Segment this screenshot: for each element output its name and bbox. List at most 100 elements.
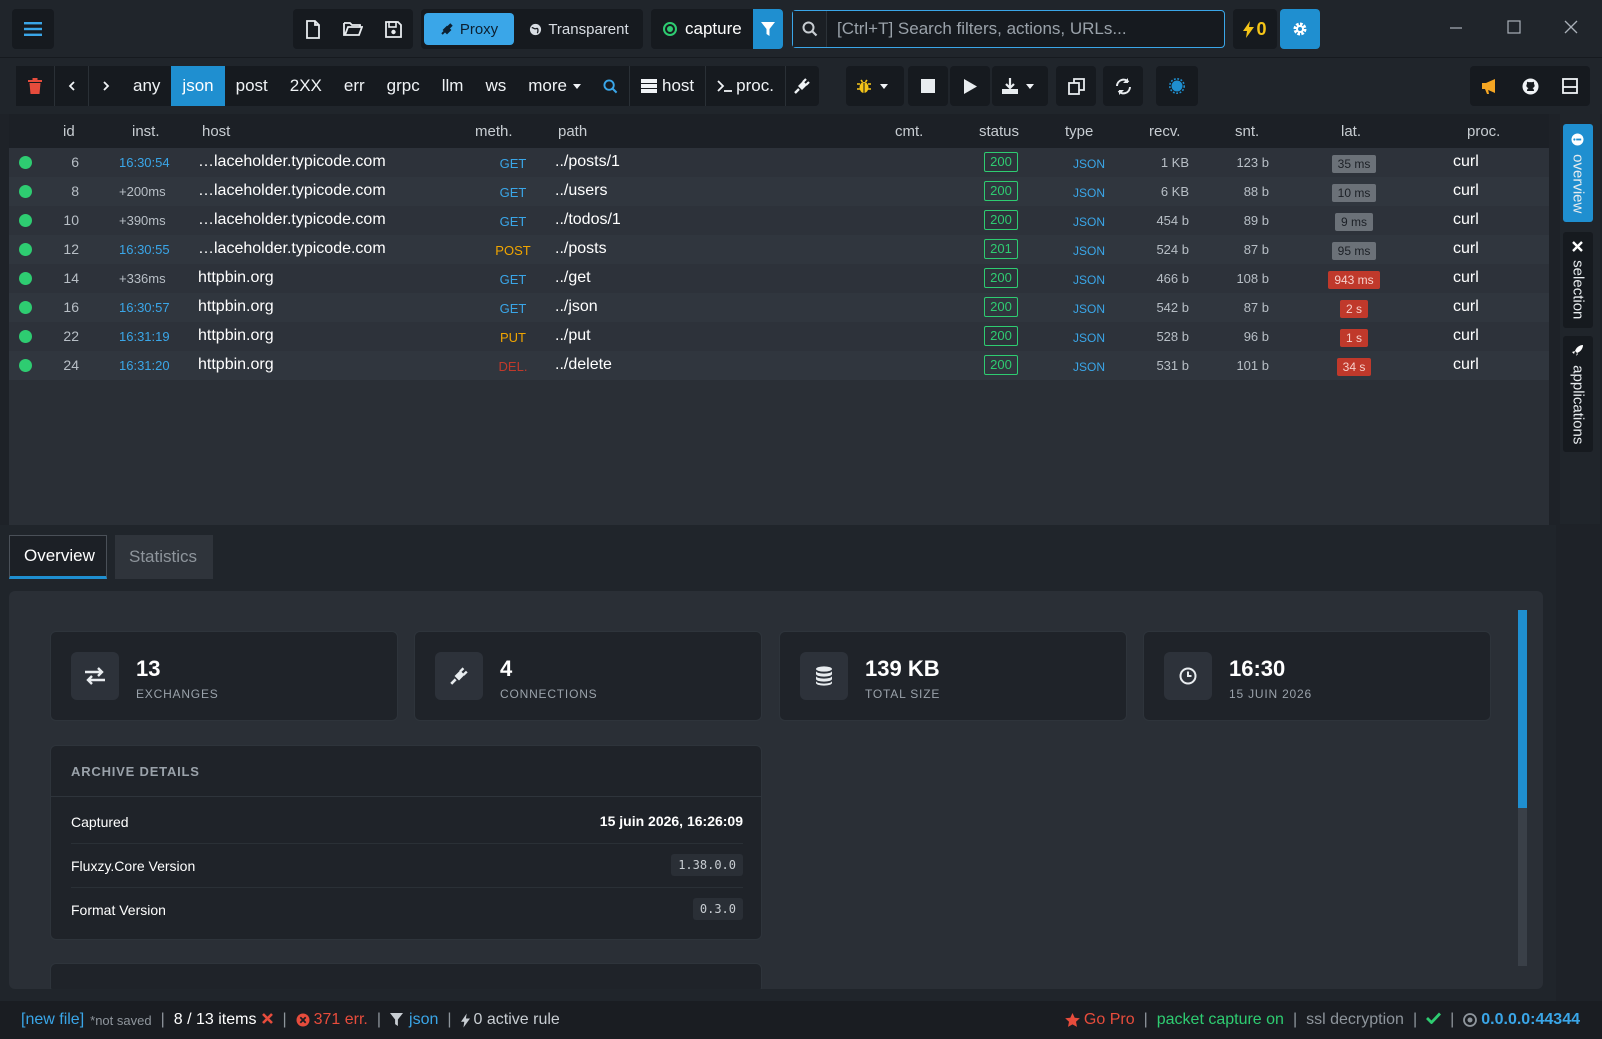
col-inst[interactable]: inst. xyxy=(132,123,160,140)
filter-search-button[interactable] xyxy=(592,66,629,106)
capture-filter-button[interactable] xyxy=(753,9,783,49)
table-row[interactable]: 22 16:31:19 httpbin.org PUT ../put 200 JSON 528… xyxy=(9,322,1549,351)
cell-inst: 16:30:57 xyxy=(119,300,170,315)
col-id[interactable]: id xyxy=(63,123,75,140)
announcement-button[interactable] xyxy=(1470,66,1510,106)
filter-more-dropdown[interactable]: more xyxy=(517,66,592,106)
filter-grpc[interactable]: grpc xyxy=(376,66,431,106)
active-filter-link[interactable]: json xyxy=(390,1011,438,1029)
filter-llm[interactable]: llm xyxy=(431,66,475,106)
col-method[interactable]: meth. xyxy=(475,123,513,140)
cell-host: …laceholder.typicode.com xyxy=(198,240,386,257)
status-bar: [new file] *not saved | 8 / 13 items | 3… xyxy=(0,1001,1602,1039)
cell-method: PUT xyxy=(500,330,526,345)
bug-icon xyxy=(857,79,871,93)
table-header: id inst. host meth. path cmt. status typ… xyxy=(9,114,1549,148)
play-button[interactable] xyxy=(950,66,990,106)
col-status[interactable]: status xyxy=(979,123,1019,140)
tab-statistics[interactable]: Statistics xyxy=(115,535,213,579)
col-latency[interactable]: lat. xyxy=(1341,123,1361,140)
filter-err[interactable]: err xyxy=(333,66,376,106)
table-row[interactable]: 6 16:30:54 …laceholder.typicode.com GET ../p… xyxy=(9,148,1549,177)
replay-button[interactable] xyxy=(1103,66,1143,106)
go-pro-link[interactable]: Go Pro xyxy=(1065,1011,1135,1029)
connection-filter-button[interactable] xyxy=(784,66,819,106)
col-host[interactable]: host xyxy=(202,123,230,140)
cell-type: JSON xyxy=(1073,157,1106,171)
search-icon xyxy=(793,11,827,47)
layout-toggle-button[interactable] xyxy=(1550,66,1590,106)
table-row[interactable]: 16 16:30:57 httpbin.org GET ../json 200 JSON 54… xyxy=(9,293,1549,322)
main-menu-button[interactable] xyxy=(12,9,54,49)
open-file-button[interactable] xyxy=(333,9,373,49)
breakpoint-dropdown[interactable] xyxy=(846,66,898,106)
scrollbar-thumb[interactable] xyxy=(1518,610,1527,808)
sidetab-overview[interactable]: overview xyxy=(1563,124,1593,222)
settings-button[interactable] xyxy=(1280,9,1320,49)
listen-address[interactable]: 0.0.0.0:44344 xyxy=(1463,1011,1580,1029)
rules-button[interactable]: 0 xyxy=(1233,9,1277,49)
table-row[interactable]: 14 +336ms httpbin.org GET ../get 200 JSON 466 b… xyxy=(9,264,1549,293)
maximize-window-button[interactable] xyxy=(1507,18,1521,39)
cell-host: httpbin.org xyxy=(198,327,274,344)
save-file-button[interactable] xyxy=(373,9,413,49)
process-filter-button[interactable]: proc. xyxy=(705,66,785,106)
filter-post[interactable]: post xyxy=(225,66,279,106)
clear-button[interactable] xyxy=(16,66,54,106)
active-rules-link[interactable]: 0 active rule xyxy=(460,1011,560,1029)
table-row[interactable]: 10 +390ms …laceholder.typicode.com GET ../to… xyxy=(9,206,1549,235)
stop-button[interactable] xyxy=(908,66,948,106)
capture-toggle[interactable]: capture xyxy=(651,19,753,39)
col-sent[interactable]: snt. xyxy=(1235,123,1259,140)
col-comment[interactable]: cmt. xyxy=(895,123,923,140)
sidetab-selection[interactable]: selection xyxy=(1563,232,1593,328)
cell-path: ../users xyxy=(555,182,608,199)
tab-overview[interactable]: Overview xyxy=(9,535,107,579)
overview-scrollbar[interactable] xyxy=(1518,610,1527,966)
search-input[interactable] xyxy=(827,19,1224,39)
ssl-decryption-status[interactable]: ssl decryption xyxy=(1306,1011,1404,1029)
previous-button[interactable] xyxy=(54,66,88,106)
sidetab-applications[interactable]: applications xyxy=(1563,336,1593,452)
connection-status-dot xyxy=(19,185,32,198)
duplicate-button[interactable] xyxy=(1056,66,1096,106)
col-path[interactable]: path xyxy=(558,123,587,140)
filter-2xx[interactable]: 2XX xyxy=(279,66,333,106)
bolt-icon xyxy=(460,1013,470,1027)
star-icon xyxy=(1065,1012,1080,1027)
play-icon xyxy=(964,78,977,94)
go-pro-label: Go Pro xyxy=(1083,1011,1135,1028)
clear-selection-button[interactable] xyxy=(262,1011,274,1029)
github-button[interactable] xyxy=(1510,66,1550,106)
minimize-window-button[interactable] xyxy=(1449,18,1463,39)
capture-date-label: 15 JUIN 2026 xyxy=(1229,687,1312,701)
table-row[interactable]: 12 16:30:55 …laceholder.typicode.com POST..… xyxy=(9,235,1549,264)
status-light-button[interactable] xyxy=(1156,66,1198,106)
mode-transparent-button[interactable]: Transparent xyxy=(518,13,640,45)
host-filter-button[interactable]: host xyxy=(628,66,705,106)
filter-json[interactable]: json xyxy=(171,66,225,106)
mode-proxy-button[interactable]: Proxy xyxy=(424,13,514,45)
col-type[interactable]: type xyxy=(1065,123,1093,140)
filter-any[interactable]: any xyxy=(122,66,171,106)
cell-host: …laceholder.typicode.com xyxy=(198,211,386,228)
listen-address-value: 0.0.0.0:44344 xyxy=(1481,1011,1580,1028)
errors-link[interactable]: 371 err. xyxy=(296,1011,368,1029)
filter-ws[interactable]: ws xyxy=(474,66,517,106)
breakpoint-group[interactable] xyxy=(846,66,904,106)
packet-capture-status[interactable]: packet capture on xyxy=(1157,1011,1284,1029)
target-icon xyxy=(1463,1013,1478,1027)
table-row[interactable]: 8 +200ms …laceholder.typicode.com GET ../use… xyxy=(9,177,1549,206)
col-received[interactable]: recv. xyxy=(1149,123,1180,140)
table-row[interactable]: 24 16:31:20 httpbin.org DEL. ../delete 200 JSO… xyxy=(9,351,1549,380)
export-group[interactable] xyxy=(992,66,1048,106)
cell-type: JSON xyxy=(1073,360,1106,374)
export-dropdown[interactable] xyxy=(992,66,1044,106)
cell-process: curl xyxy=(1453,298,1479,315)
close-window-button[interactable] xyxy=(1564,18,1578,39)
new-file-button[interactable] xyxy=(293,9,333,49)
next-button[interactable] xyxy=(88,66,122,106)
captured-label: Captured xyxy=(71,814,129,830)
file-name-link[interactable]: [new file] xyxy=(21,1011,84,1029)
col-process[interactable]: proc. xyxy=(1467,123,1500,140)
